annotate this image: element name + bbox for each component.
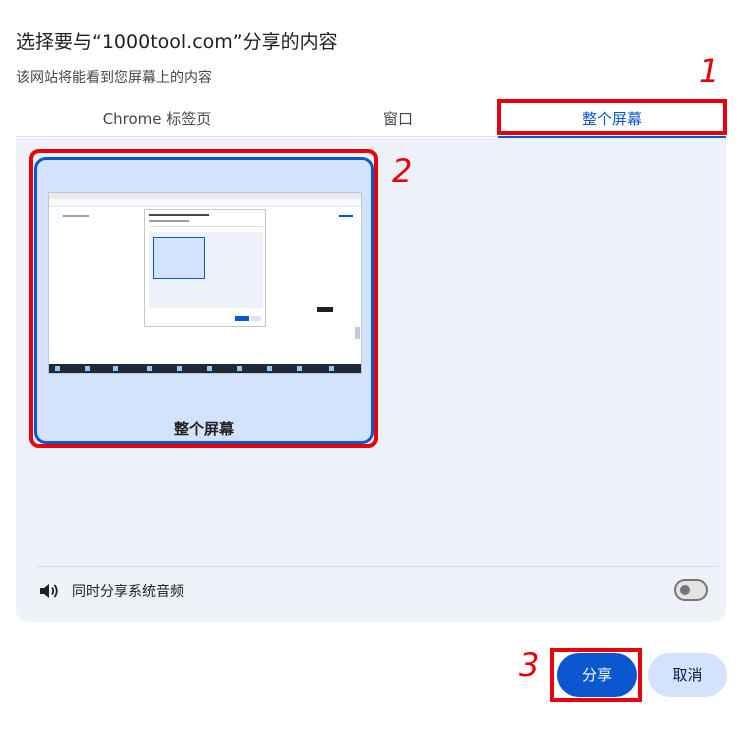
dialog-subtitle: 该网站将能看到您屏幕上的内容 [16, 70, 212, 86]
annotation-number-1: 1 [699, 52, 720, 90]
speaker-icon [40, 584, 58, 598]
tab-chrome-tabs[interactable]: Chrome 标签页 [16, 103, 298, 137]
annotation-number-3: 3 [519, 646, 540, 684]
share-audio-label: 同时分享系统音频 [72, 584, 184, 600]
annotation-box-share [550, 648, 642, 702]
toggle-knob [680, 585, 690, 595]
dialog-title: 选择要与“1000tool.com”分享的内容 [16, 31, 338, 53]
tab-window[interactable]: 窗口 [298, 103, 498, 137]
annotation-box-screen [29, 149, 378, 448]
divider [36, 566, 718, 567]
annotation-number-2: 2 [392, 152, 413, 190]
annotation-box-tab [497, 99, 727, 135]
share-audio-toggle[interactable] [674, 579, 708, 601]
cancel-button[interactable]: 取消 [648, 653, 727, 697]
